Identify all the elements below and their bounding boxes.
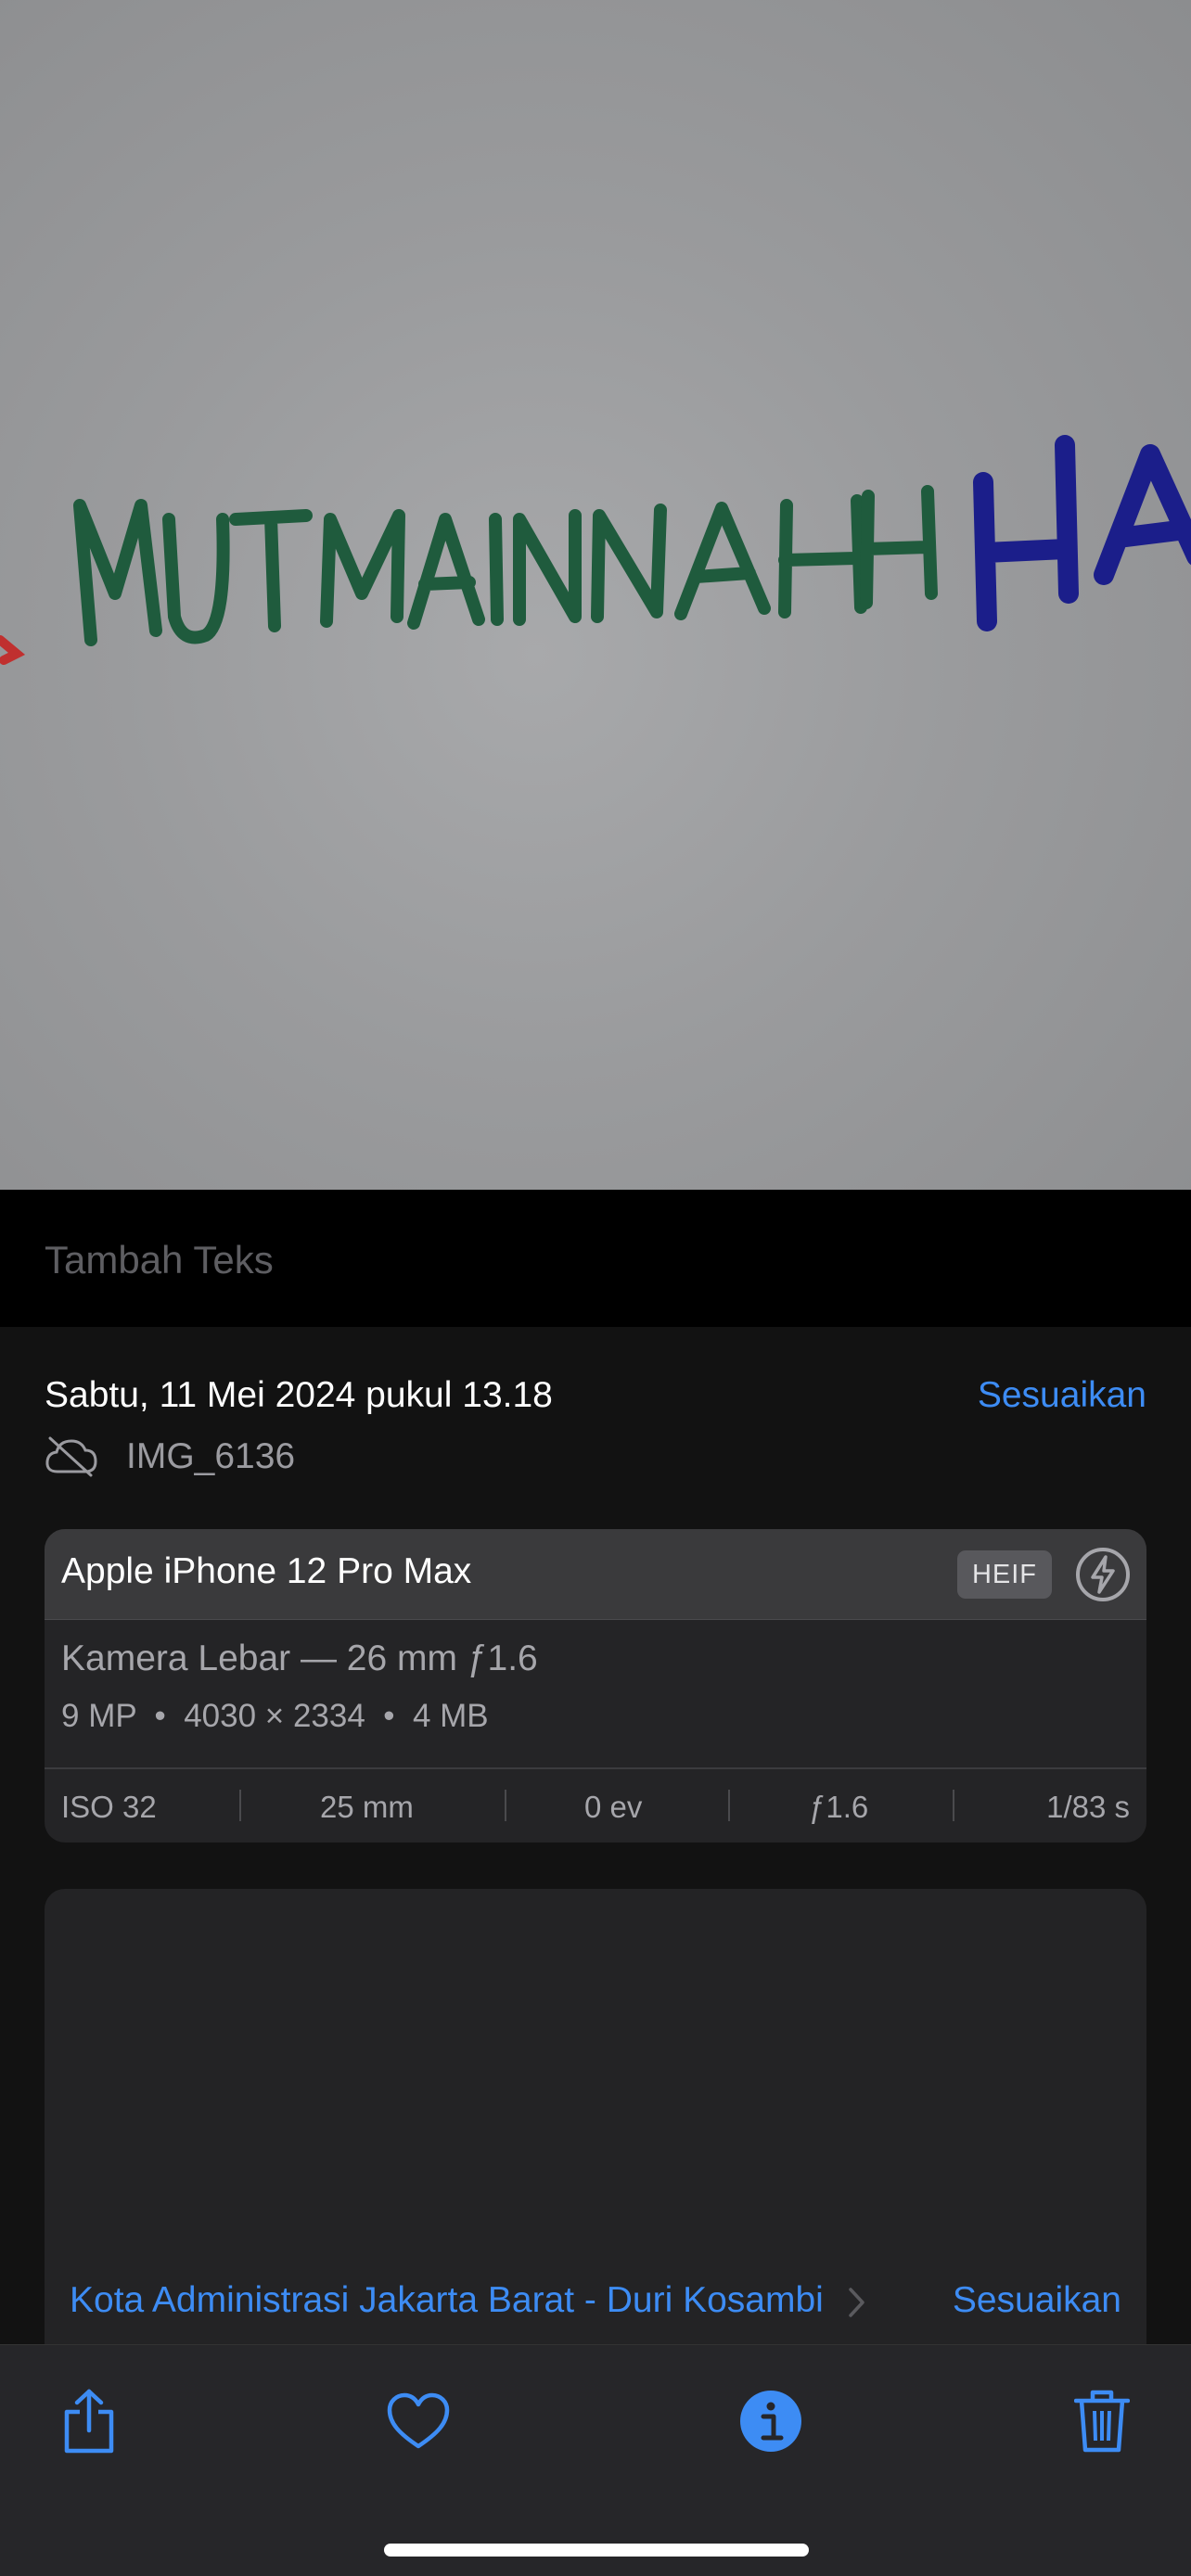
location-link[interactable]: Kota Administrasi Jakarta Barat - Duri K… — [70, 2280, 824, 2321]
exif-shutter-speed: 1/83 s — [1046, 1790, 1130, 1824]
exif-divider — [728, 1790, 730, 1821]
device-card: Apple iPhone 12 Pro Max HEIF Kamera Leba… — [45, 1529, 1146, 1843]
map-card[interactable]: Kota Administrasi Jakarta Barat - Duri K… — [45, 1889, 1146, 2344]
trash-icon — [1074, 2390, 1130, 2453]
share-button[interactable] — [52, 2384, 126, 2458]
cloud-slash-icon — [45, 1436, 97, 1477]
device-card-header: Apple iPhone 12 Pro Max HEIF — [45, 1529, 1146, 1620]
chevron-right-icon — [849, 2288, 864, 2317]
bottom-toolbar — [0, 2344, 1191, 2576]
capture-date: Sabtu, 11 Mei 2024 pukul 13.18 — [45, 1375, 553, 1415]
delete-button[interactable] — [1065, 2384, 1139, 2458]
adjust-location-button[interactable]: Sesuaikan — [953, 2280, 1121, 2321]
file-row: IMG_6136 — [45, 1431, 295, 1483]
add-caption-placeholder[interactable]: Tambah Teks — [45, 1238, 274, 1282]
exif-focal-length: 25 mm — [320, 1790, 414, 1824]
format-badge: HEIF — [956, 1550, 1052, 1599]
exif-divider — [505, 1790, 506, 1821]
device-name: Apple iPhone 12 Pro Max — [61, 1551, 472, 1591]
caption-bar[interactable]: Tambah Teks — [0, 1190, 1191, 1327]
exif-iso: ISO 32 — [61, 1790, 157, 1824]
exif-divider — [239, 1790, 241, 1821]
handwritten-text-image — [0, 435, 1191, 665]
lens-info: Kamera Lebar — 26 mm ƒ1.6 — [61, 1639, 538, 1678]
date-row: Sabtu, 11 Mei 2024 pukul 13.18 Sesuaikan — [45, 1375, 1146, 1427]
file-name: IMG_6136 — [126, 1436, 296, 1476]
info-icon — [740, 2391, 801, 2452]
photo-viewer[interactable] — [0, 0, 1191, 1190]
exif-row: ISO 32 25 mm 0 ev ƒ1.6 1/83 s — [45, 1767, 1146, 1843]
image-specs: 9 MP • 4030 × 2334 • 4 MB — [61, 1698, 489, 1734]
adjust-date-button[interactable]: Sesuaikan — [978, 1375, 1146, 1416]
heart-icon — [387, 2392, 450, 2449]
exif-divider — [953, 1790, 954, 1821]
exif-exposure-value: 0 ev — [584, 1790, 643, 1824]
location-row: Kota Administrasi Jakarta Barat - Duri K… — [70, 2280, 1121, 2330]
home-indicator[interactable] — [384, 2544, 809, 2557]
exif-aperture: ƒ1.6 — [809, 1790, 869, 1824]
flash-off-icon — [1076, 1548, 1130, 1601]
favorite-button[interactable] — [381, 2384, 455, 2458]
info-sheet: Sabtu, 11 Mei 2024 pukul 13.18 Sesuaikan… — [0, 1327, 1191, 2344]
info-button[interactable] — [734, 2384, 808, 2458]
share-icon — [64, 2389, 114, 2454]
